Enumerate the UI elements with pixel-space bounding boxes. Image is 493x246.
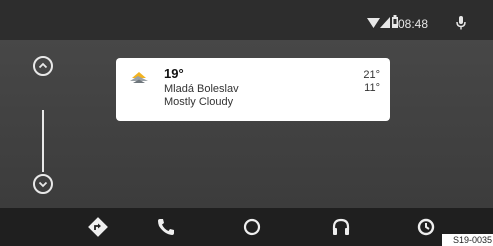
weather-card[interactable]: 19° Mladá Boleslav Mostly Cloudy 21° 11°: [116, 58, 390, 121]
home-icon: [243, 218, 261, 236]
weather-condition: Mostly Cloudy: [164, 96, 234, 108]
current-temperature: 19°: [164, 66, 184, 81]
signal-icon: [380, 17, 390, 28]
high-temperature: 21°: [363, 69, 380, 81]
scroll-track[interactable]: [42, 110, 44, 172]
scroll-up-button[interactable]: [33, 56, 53, 76]
wifi-icon: [367, 18, 380, 28]
figure-caption: S19-0035: [442, 234, 493, 246]
scroll-down-button[interactable]: [33, 174, 53, 194]
exit-icon: [417, 218, 435, 236]
chevron-up-icon: [38, 62, 48, 69]
headphones-icon: [332, 218, 350, 235]
audio-button[interactable]: [329, 215, 353, 239]
microphone-icon[interactable]: [456, 16, 466, 30]
navigation-icon: [88, 217, 108, 237]
navigation-button[interactable]: [86, 215, 110, 239]
partly-cloudy-icon: [130, 72, 148, 83]
chevron-down-icon: [38, 181, 48, 188]
phone-icon: [158, 219, 174, 235]
city-name: Mladá Boleslav: [164, 83, 239, 95]
clock: 08:48: [398, 17, 429, 31]
android-auto-screen: 08:48 19° Mladá Boleslav Mostly Cloudy 2…: [0, 0, 493, 246]
status-bar: 08:48: [0, 0, 493, 40]
phone-button[interactable]: [154, 215, 178, 239]
home-button[interactable]: [240, 215, 264, 239]
low-temperature: 11°: [364, 82, 380, 94]
exit-button[interactable]: [414, 215, 438, 239]
